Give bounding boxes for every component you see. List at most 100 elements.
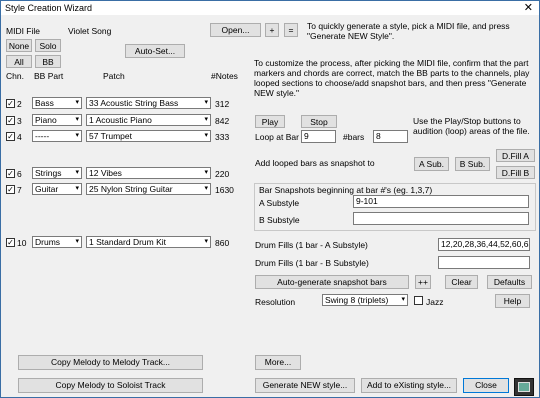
play-help-text: Use the Play/Stop buttons to audition (l… (413, 116, 530, 136)
autogen-snapshot-button[interactable]: Auto-generate snapshot bars (255, 275, 409, 289)
bbpart-select[interactable]: Strings ▾ (32, 167, 82, 179)
fills-a-input[interactable]: 12,20,28,36,44,52,60,68, (438, 238, 530, 251)
patch-select[interactable]: 33 Acoustic String Bass ▾ (86, 97, 211, 109)
chevron-down-icon: ▾ (75, 169, 79, 176)
chevron-down-icon: ▾ (204, 99, 208, 106)
custom-help-text: To customize the process, after picking … (254, 58, 530, 98)
defaults-button[interactable]: Defaults (487, 275, 532, 289)
add-existing-button[interactable]: Add to eXisting style... (361, 378, 457, 393)
channel-number: 2 (17, 99, 22, 109)
patch-value: 33 Acoustic String Bass (89, 98, 179, 108)
channel-checkbox[interactable]: ✓ (6, 132, 15, 141)
play-button[interactable]: Play (255, 115, 285, 128)
bbpart-select[interactable]: Bass ▾ (32, 97, 82, 109)
a-substyle-input[interactable]: 9-101 (353, 195, 529, 208)
jazz-checkbox[interactable] (414, 296, 423, 305)
plus-button[interactable]: + (265, 23, 279, 37)
notes-count: 312 (215, 99, 230, 109)
none-button[interactable]: None (6, 39, 32, 52)
channel-checkbox[interactable]: ✓ (6, 185, 15, 194)
close-button[interactable]: Close (463, 378, 509, 393)
plusplus-button[interactable]: ++ (415, 275, 431, 289)
notes-count: 860 (215, 238, 230, 248)
open-button[interactable]: Open... (210, 23, 261, 37)
chevron-down-icon: ▾ (75, 116, 79, 123)
window-title: Style Creation Wizard (5, 3, 93, 13)
a-substyle-label: A Substyle (259, 198, 300, 208)
patch-value: 57 Trumpet (89, 131, 132, 141)
bars-input[interactable]: 8 (373, 130, 408, 143)
chevron-down-icon: ▾ (75, 238, 79, 245)
notes-count: 333 (215, 132, 230, 142)
bbpart-value: Strings (35, 168, 62, 178)
patch-select[interactable]: 12 Vibes ▾ (86, 167, 211, 179)
chevron-down-icon: ▾ (204, 132, 208, 139)
equals-button[interactable]: = (284, 23, 298, 37)
channel-checkbox[interactable]: ✓ (6, 99, 15, 108)
title-bar: Style Creation Wizard ✕ (1, 1, 539, 15)
help-button[interactable]: Help (495, 294, 530, 308)
bbpart-value: Guitar (35, 184, 59, 194)
notes-count: 1630 (215, 185, 234, 195)
a-sub-button[interactable]: A Sub. (414, 157, 449, 171)
resolution-select[interactable]: Swing 8 (triplets) ▾ (322, 294, 408, 306)
stop-button[interactable]: Stop (301, 115, 337, 128)
patch-value: 1 Standard Drum Kit (89, 237, 167, 247)
channel-number: 4 (17, 132, 22, 142)
loop-bar-input[interactable]: 9 (301, 130, 336, 143)
copy-soloist-button[interactable]: Copy Melody to Soloist Track (18, 378, 203, 393)
bar-snapshots-title: Bar Snapshots beginning at bar #'s (eg. … (259, 185, 433, 195)
bbpart-select[interactable]: Drums ▾ (32, 236, 82, 248)
bbpart-value: Drums (35, 237, 61, 247)
loop-at-bar-label: Loop at Bar (255, 132, 299, 142)
bbpart-select[interactable]: ----- ▾ (32, 130, 82, 142)
chevron-down-icon: ▾ (75, 132, 79, 139)
b-sub-button[interactable]: B Sub. (455, 157, 490, 171)
solo-button[interactable]: Solo (35, 39, 61, 52)
close-icon[interactable]: ✕ (524, 1, 533, 14)
patch-value: 1 Acoustic Piano (89, 115, 152, 125)
dfill-b-button[interactable]: D.Fill B (496, 166, 535, 179)
chevron-down-icon: ▾ (401, 296, 405, 303)
channel-checkbox[interactable]: ✓ (6, 169, 15, 178)
film-icon[interactable] (514, 378, 534, 396)
patch-select[interactable]: 25 Nylon String Guitar ▾ (86, 183, 211, 195)
bbpart-select[interactable]: Guitar ▾ (32, 183, 82, 195)
chevron-down-icon: ▾ (75, 185, 79, 192)
bbpart-value: ----- (35, 131, 50, 141)
chevron-down-icon: ▾ (204, 116, 208, 123)
channel-number: 3 (17, 116, 22, 126)
bbpart-value: Piano (35, 115, 57, 125)
chevron-down-icon: ▾ (204, 169, 208, 176)
patch-select[interactable]: 1 Acoustic Piano ▾ (86, 114, 211, 126)
midi-file-label: MIDI File (6, 26, 40, 36)
channel-checkbox[interactable]: ✓ (6, 116, 15, 125)
jazz-label: Jazz (426, 297, 444, 307)
col-bbpart: BB Part (34, 71, 64, 81)
patch-select[interactable]: 1 Standard Drum Kit ▾ (86, 236, 211, 248)
col-patch: Patch (103, 71, 125, 81)
b-substyle-label: B Substyle (259, 215, 300, 225)
quick-help-text: To quickly generate a style, pick a MIDI… (307, 21, 510, 41)
patch-value: 25 Nylon String Guitar (89, 184, 173, 194)
copy-melody-button[interactable]: Copy Melody to Melody Track... (18, 355, 203, 370)
col-chn: Chn. (6, 71, 24, 81)
col-notes: #Notes (211, 71, 238, 81)
autoset-button[interactable]: Auto-Set... (125, 44, 185, 58)
bb-button[interactable]: BB (35, 55, 61, 68)
notes-count: 220 (215, 169, 230, 179)
all-button[interactable]: All (6, 55, 32, 68)
more-button[interactable]: More... (255, 355, 301, 370)
generate-style-button[interactable]: Generate NEW style... (255, 378, 355, 393)
fills-b-input[interactable] (438, 256, 530, 269)
bars-label: #bars (343, 132, 365, 142)
channel-checkbox[interactable]: ✓ (6, 238, 15, 247)
clear-button[interactable]: Clear (445, 275, 478, 289)
patch-select[interactable]: 57 Trumpet ▾ (86, 130, 211, 142)
b-substyle-input[interactable] (353, 212, 529, 225)
bbpart-value: Bass (35, 98, 54, 108)
bbpart-select[interactable]: Piano ▾ (32, 114, 82, 126)
add-snapshot-label: Add looped bars as snapshot to (255, 158, 375, 168)
notes-count: 842 (215, 116, 230, 126)
dfill-a-button[interactable]: D.Fill A (496, 149, 535, 162)
